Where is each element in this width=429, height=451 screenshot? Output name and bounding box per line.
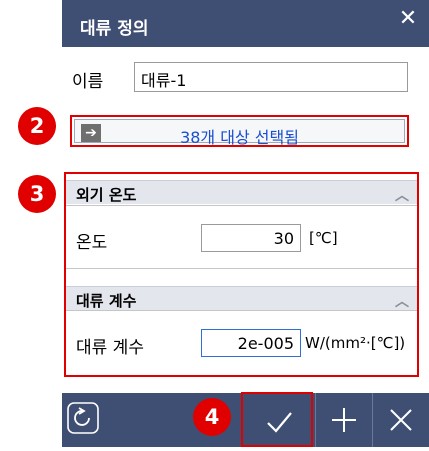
selection-button[interactable]: ➔ 38개 대상 선택됨: [74, 119, 405, 147]
close-icon[interactable]: ✕: [397, 8, 419, 30]
close-icon: [390, 409, 412, 431]
dialog-titlebar: 대류 정의 ✕: [62, 0, 429, 47]
dialog-title: 대류 정의: [80, 19, 149, 39]
properties-highlight: [64, 172, 419, 377]
plus-icon: [332, 408, 356, 432]
name-input[interactable]: 대류-1: [134, 62, 408, 92]
reset-button[interactable]: [62, 393, 122, 447]
cancel-button[interactable]: [373, 393, 429, 447]
add-button[interactable]: [316, 393, 372, 447]
selection-text: 38개 대상 선택됨: [180, 128, 299, 147]
step-badge-3: 3: [18, 175, 56, 213]
name-label: 이름: [72, 72, 104, 92]
reset-icon: [67, 402, 99, 434]
selection-highlight: ➔ 38개 대상 선택됨: [70, 115, 409, 147]
step-badge-2: 2: [18, 107, 56, 145]
ok-highlight: [241, 392, 313, 447]
step-badge-4: 4: [193, 398, 231, 436]
